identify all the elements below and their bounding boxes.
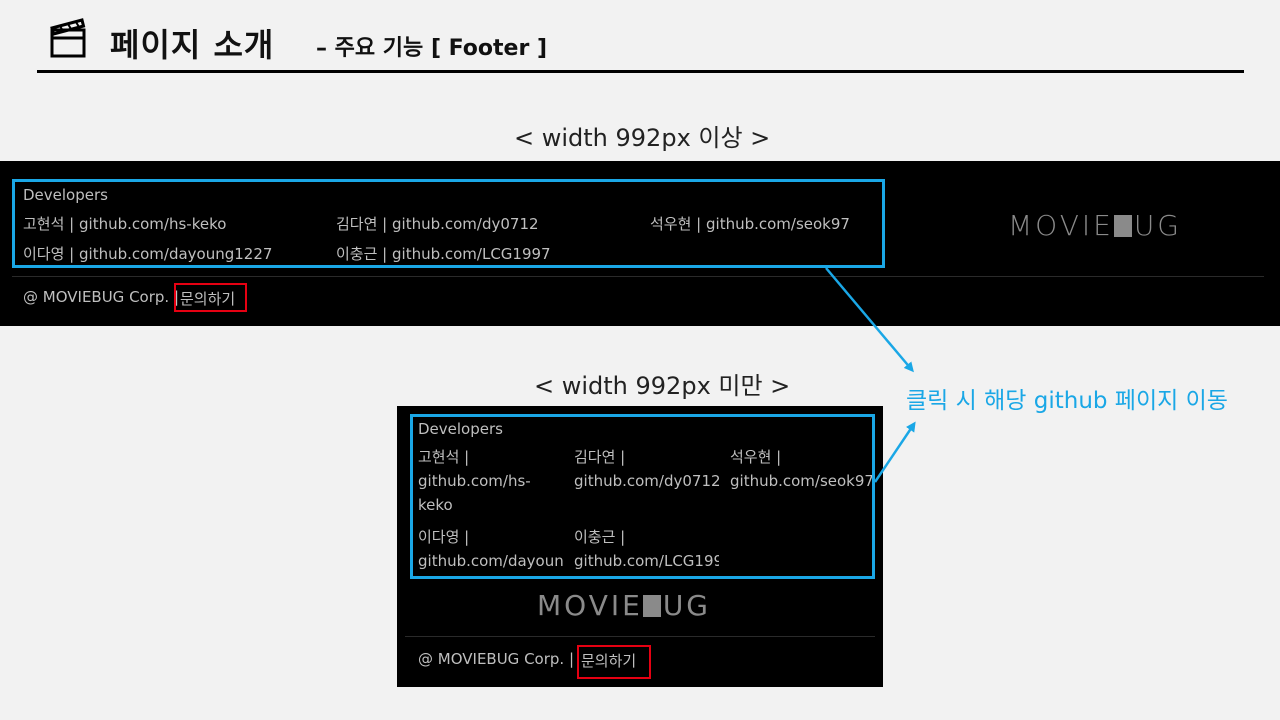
developers-highlight-box <box>410 414 875 579</box>
copyright-text: @ MOVIEBUG Corp. | <box>418 650 575 668</box>
contact-highlight-box <box>577 645 651 679</box>
click-annotation: 클릭 시 해당 github 페이지 이동 <box>906 388 1228 414</box>
logo-b-block <box>1113 215 1132 237</box>
footer-divider <box>405 636 875 637</box>
moviebug-logo[interactable]: MOVIE UG <box>537 589 711 622</box>
clapperboard-icon <box>50 18 86 58</box>
contact-highlight-box <box>174 283 247 312</box>
footer-wide: Developers 고현석 | github.com/hs-keko 김다연 … <box>0 161 1280 326</box>
page-title: 페이지 소개 <box>110 26 275 64</box>
logo-b-block <box>642 595 661 617</box>
footer-divider <box>12 276 1264 277</box>
narrow-caption: < width 992px 미만 > <box>534 372 791 400</box>
copyright-text: @ MOVIEBUG Corp. | <box>23 288 180 306</box>
wide-caption: < width 992px 이상 > <box>514 124 771 152</box>
developers-highlight-box <box>12 179 885 268</box>
page-subtitle: – 주요 기능 [ Footer ] <box>316 36 548 61</box>
moviebug-logo[interactable]: MOVIE UG <box>1008 209 1182 242</box>
header-divider <box>37 70 1244 73</box>
footer-narrow: Developers 고현석 | github.com/hs- keko 김다연… <box>397 406 883 687</box>
